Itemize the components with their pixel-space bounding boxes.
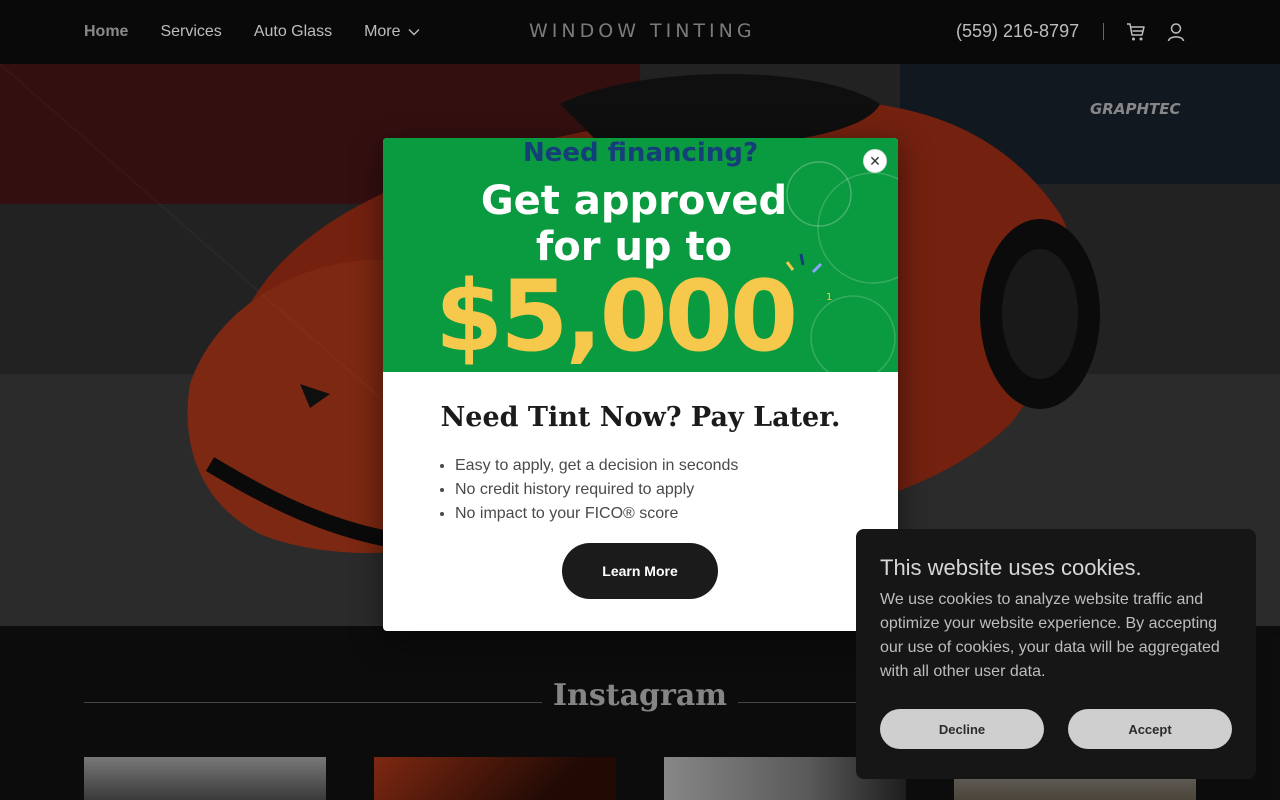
header-divider [1103,23,1104,40]
nav-services[interactable]: Services [160,23,221,41]
financing-banner: Need financing? Get approved for up to $… [383,138,898,372]
list-item: No impact to your FICO® score [455,502,738,526]
nav-more[interactable]: More [364,23,420,41]
banner-amount: $5,000 [435,260,798,372]
site-header: Home Services Auto Glass More WINDOW TIN… [0,0,1280,64]
banner-headline: Get approved for up to [383,178,885,270]
phone-link[interactable]: (559) 216-8797 [956,21,1079,42]
cookie-title: This website uses cookies. [880,555,1142,580]
close-icon[interactable]: ✕ [863,149,887,173]
decline-button[interactable]: Decline [880,709,1044,749]
nav-auto-glass[interactable]: Auto Glass [254,23,332,41]
list-item: Easy to apply, get a decision in seconds [455,454,738,478]
accept-button[interactable]: Accept [1068,709,1232,749]
site-logo[interactable]: WINDOW TINTING [529,20,756,42]
nav-home[interactable]: Home [84,23,128,41]
nav-more-label: More [364,23,401,40]
banner-line-1: Get approved [480,178,788,224]
list-item: No credit history required to apply [455,478,738,502]
banner-top-text: Need financing? [522,138,759,168]
chevron-down-icon [408,29,420,36]
financing-modal: Need financing? Get approved for up to $… [383,138,898,631]
page: Home Services Auto Glass More WINDOW TIN… [0,0,1280,800]
cookie-banner: This website uses cookies. We use cookie… [856,529,1256,779]
cookie-text: We use cookies to analyze website traffi… [880,591,1220,680]
user-icon[interactable] [1166,22,1186,42]
modal-benefits-list: Easy to apply, get a decision in seconds… [455,454,738,526]
cart-icon[interactable] [1126,22,1146,42]
banner-footnote: 1 [826,292,833,303]
main-nav: Home Services Auto Glass More [84,0,421,64]
modal-title: Need Tint Now? Pay Later. [440,402,841,433]
learn-more-button[interactable]: Learn More [562,543,718,599]
